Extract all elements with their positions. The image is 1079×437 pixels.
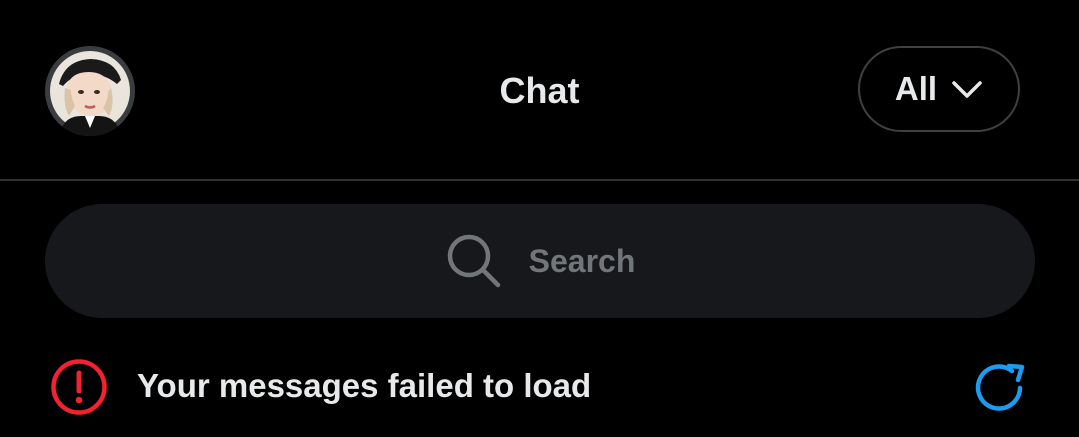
filter-dropdown-button[interactable]: All xyxy=(858,46,1020,132)
chevron-down-icon xyxy=(951,80,983,100)
error-banner: Your messages failed to load xyxy=(0,352,1079,422)
refresh-icon[interactable] xyxy=(968,357,1032,426)
filter-label: All xyxy=(894,70,938,107)
search-input[interactable]: Search xyxy=(45,204,1035,318)
search-placeholder: Search xyxy=(528,242,636,279)
error-message: Your messages failed to load xyxy=(137,367,592,404)
header-divider xyxy=(0,179,1079,181)
search-icon xyxy=(445,232,503,290)
alert-circle-icon xyxy=(49,357,109,422)
chat-page: Chat All Search Your messages failed to … xyxy=(0,0,1079,437)
chat-header: Chat All xyxy=(0,0,1079,180)
